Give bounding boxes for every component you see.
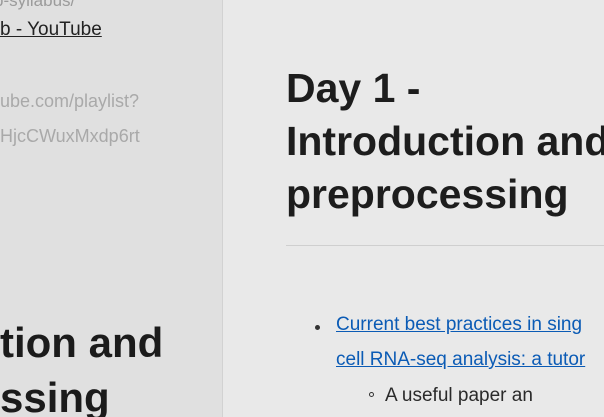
right-document-pane: Day 1 - Introduction and preprocessing C… [223,0,604,417]
hollow-bullet-icon [369,392,374,397]
youtube-link[interactable]: b - YouTube [0,19,102,41]
paper-link[interactable]: cell RNA-seq analysis: a tutor [336,349,585,371]
paper-link[interactable]: Current best practices in sing [336,314,582,336]
section-heading: ssing [0,374,110,417]
playlist-url-line: HjcCWuxMxdp6rt [0,126,140,146]
page-title: Day 1 - Introduction and preprocessing [286,65,604,217]
bullet-dot-icon [315,325,320,330]
cut-off-text: p-syllabus/ [0,0,76,10]
section-heading: tion and [0,319,164,366]
horizontal-rule [286,245,604,246]
sub-list-item: A useful paper an [385,385,533,406]
left-document-pane: p-syllabus/ b - YouTube ube.com/playlist… [0,0,222,417]
playlist-url-line: ube.com/playlist? [0,91,140,111]
